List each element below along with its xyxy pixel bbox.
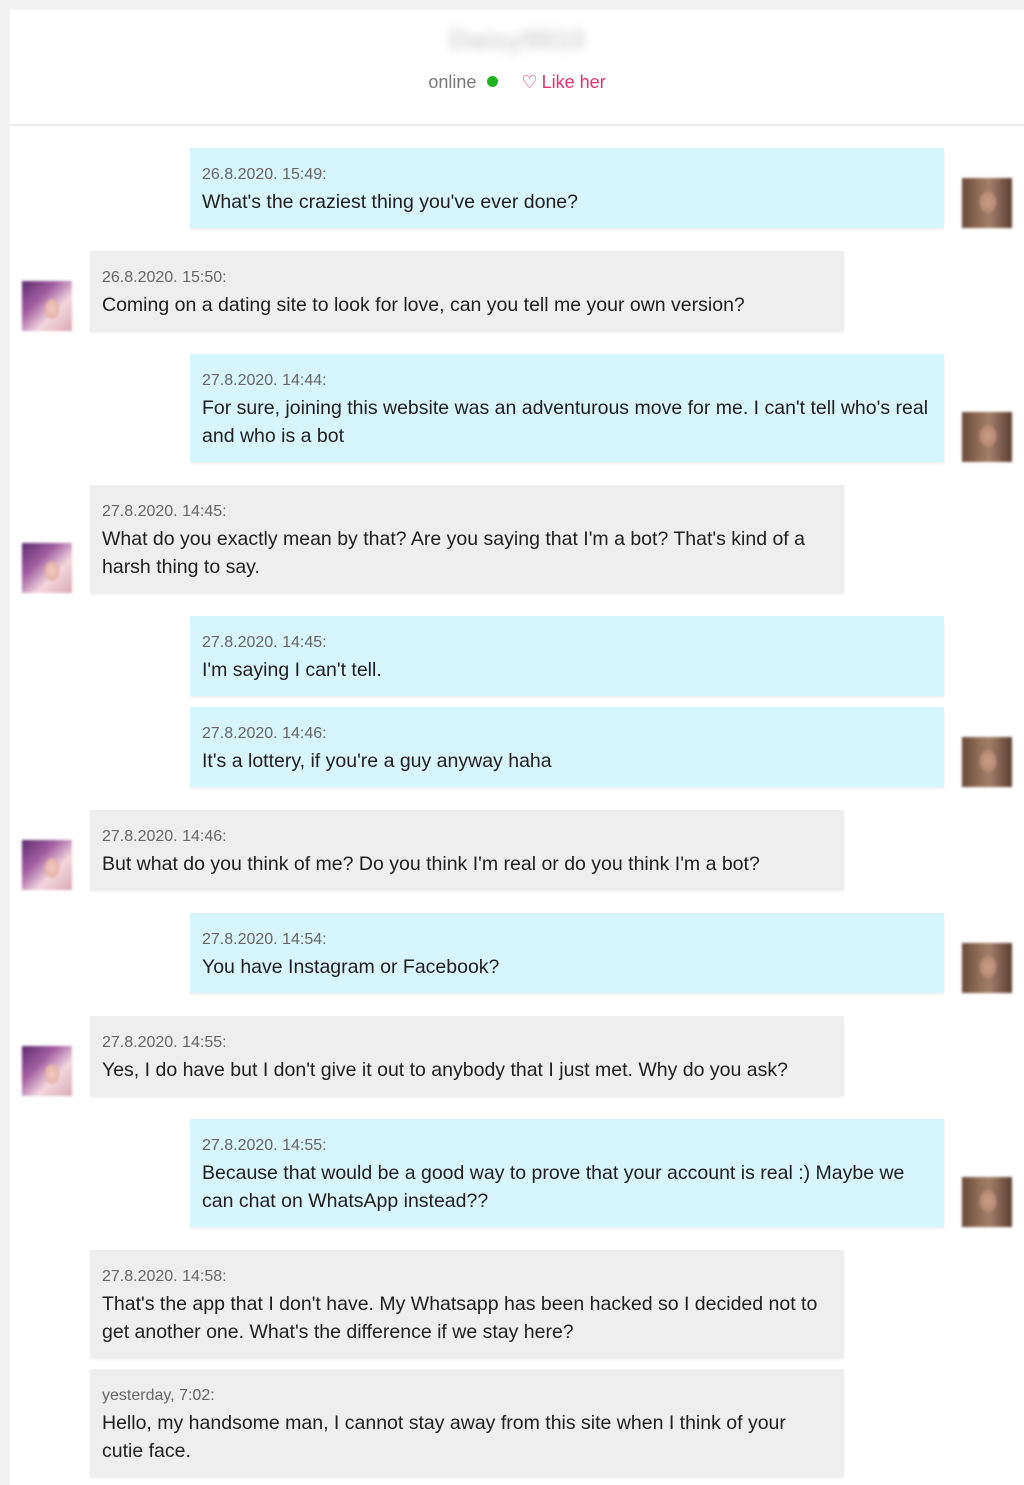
message-bubble-received: 26.8.2020. 15:50: Coming on a dating sit… [90, 251, 844, 331]
message-bubble-received: 27.8.2020. 14:45: What do you exactly me… [90, 485, 844, 593]
contact-username[interactable]: Daisy9810 [10, 24, 1024, 56]
chat-header: Daisy9810 online ♡ Like her [10, 10, 1024, 126]
my-avatar[interactable] [962, 178, 1012, 228]
message-text: It's a lottery, if you're a guy anyway h… [202, 750, 552, 772]
like-label: Like her [541, 72, 606, 92]
message-timestamp: 27.8.2020. 14:45: [102, 503, 227, 520]
message-bubble-sent: 27.8.2020. 14:45: I'm saying I can't tel… [190, 616, 944, 696]
contact-avatar[interactable] [22, 1046, 72, 1096]
my-avatar[interactable] [962, 1177, 1012, 1227]
message-text: I'm saying I can't tell. [202, 659, 382, 681]
online-indicator-icon [487, 76, 499, 87]
my-avatar[interactable] [962, 412, 1012, 462]
online-status-label: online [428, 72, 477, 92]
message-text: But what do you think of me? Do you thin… [102, 853, 760, 875]
contact-avatar[interactable] [22, 281, 72, 331]
message-text: Yes, I do have but I don't give it out t… [102, 1059, 788, 1081]
message-bubble-sent: 27.8.2020. 14:44: For sure, joining this… [190, 354, 944, 462]
message-bubble-sent: 27.8.2020. 14:46: It's a lottery, if you… [190, 707, 944, 787]
status-row: online ♡ Like her [10, 72, 1024, 93]
message-bubble-received: yesterday, 7:02: Hello, my handsome man,… [90, 1369, 844, 1477]
message-text: That's the app that I don't have. My Wha… [102, 1293, 818, 1343]
heart-outline-icon: ♡ [521, 72, 538, 92]
message-bubble-received: 27.8.2020. 14:46: But what do you think … [90, 810, 844, 890]
message-timestamp: 26.8.2020. 15:49: [202, 166, 327, 183]
message-timestamp: 27.8.2020. 14:54: [202, 931, 327, 948]
message-timestamp: yesterday, 7:02: [102, 1387, 215, 1404]
message-bubble-received: 27.8.2020. 14:55: Yes, I do have but I d… [90, 1016, 844, 1096]
message-timestamp: 27.8.2020. 14:58: [102, 1268, 227, 1285]
message-timestamp: 27.8.2020. 14:45: [202, 634, 327, 651]
message-timestamp: 27.8.2020. 14:46: [202, 725, 327, 742]
message-bubble-received: 27.8.2020. 14:58: That's the app that I … [90, 1250, 844, 1358]
message-text: Coming on a dating site to look for love… [102, 294, 745, 316]
message-bubble-sent: 27.8.2020. 14:55: Because that would be … [190, 1119, 944, 1227]
my-avatar[interactable] [962, 737, 1012, 787]
message-text: What's the craziest thing you've ever do… [202, 191, 578, 213]
message-text: You have Instagram or Facebook? [202, 956, 500, 978]
message-timestamp: 27.8.2020. 14:46: [102, 828, 227, 845]
like-her-button[interactable]: ♡ Like her [521, 72, 605, 92]
my-avatar[interactable] [962, 943, 1012, 993]
message-timestamp: 27.8.2020. 14:55: [202, 1137, 327, 1154]
message-bubble-sent: 27.8.2020. 14:54: You have Instagram or … [190, 913, 944, 993]
contact-avatar[interactable] [22, 840, 72, 890]
message-text: Because that would be a good way to prov… [202, 1162, 905, 1212]
message-text: What do you exactly mean by that? Are yo… [102, 528, 805, 578]
message-timestamp: 27.8.2020. 14:44: [202, 372, 327, 389]
message-bubble-sent: 26.8.2020. 15:49: What's the craziest th… [190, 148, 944, 228]
message-text: For sure, joining this website was an ad… [202, 397, 929, 447]
contact-avatar[interactable] [22, 543, 72, 593]
chat-panel: Daisy9810 online ♡ Like her 26.8.2020. 15… [10, 10, 1024, 1485]
message-timestamp: 26.8.2020. 15:50: [102, 269, 227, 286]
message-timestamp: 27.8.2020. 14:55: [102, 1034, 227, 1051]
message-text: Hello, my handsome man, I cannot stay aw… [102, 1412, 786, 1462]
